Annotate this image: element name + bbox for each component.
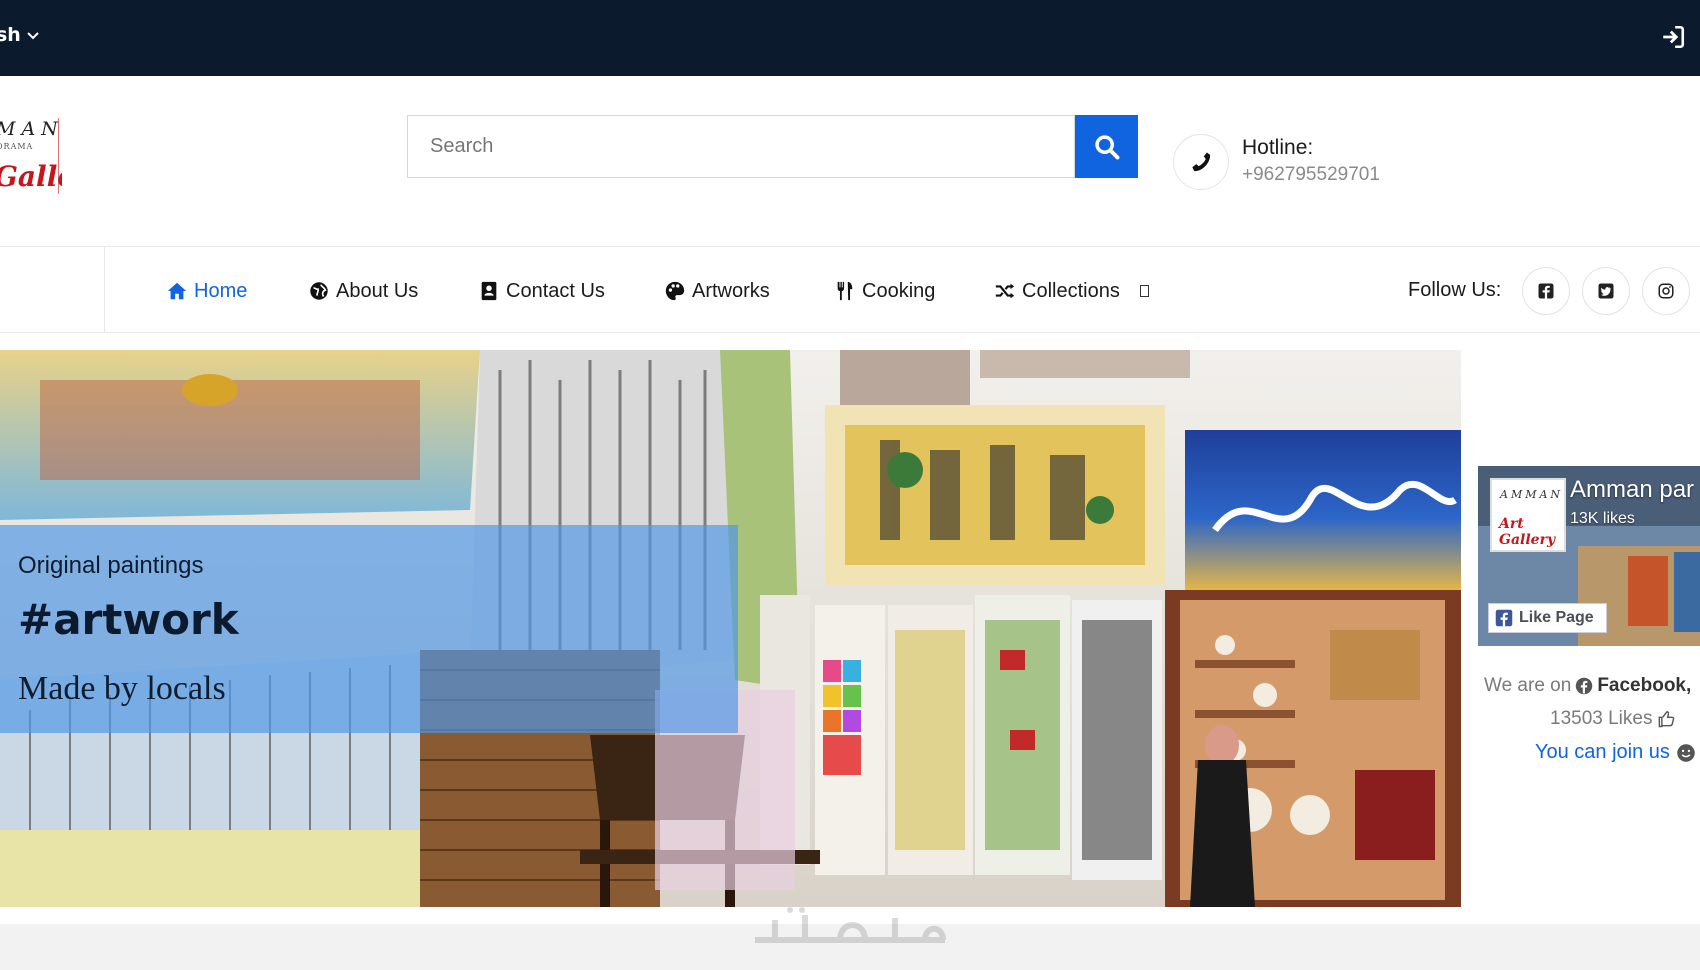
nav-item-label: Home — [194, 279, 248, 302]
contact-card-icon — [481, 281, 497, 301]
logo-rule — [58, 118, 59, 194]
globe-icon — [310, 282, 328, 300]
nav-divider-top — [0, 246, 1700, 247]
facebook-page-widget[interactable]: AMMAN Art Gallery Amman par 13K likes Li… — [1478, 466, 1700, 646]
facebook-icon — [1538, 283, 1554, 299]
logo-text-bottom: Gallery — [0, 160, 62, 193]
smile-icon — [1677, 743, 1695, 762]
facebook-likes-short: 13K likes — [1570, 510, 1635, 527]
nav-item-label: Cooking — [862, 279, 936, 302]
facebook-icon — [1495, 609, 1513, 627]
language-label: sh — [0, 24, 21, 46]
language-selector[interactable]: sh — [0, 24, 41, 46]
hotline-label: Hotline: — [1242, 136, 1314, 159]
search-placeholder: Search — [430, 135, 494, 157]
twitter-social-button[interactable] — [1582, 267, 1630, 315]
facebook-join-text: You can join us — [1535, 741, 1670, 763]
facebook-promo-brand[interactable]: Facebook, — [1597, 675, 1691, 697]
nav-item-home[interactable]: Home — [166, 276, 247, 306]
shuffle-icon — [995, 283, 1015, 299]
phone-button[interactable] — [1173, 134, 1229, 190]
facebook-join-link[interactable]: You can join us — [1535, 741, 1696, 764]
nav-item-label: About Us — [336, 279, 419, 302]
follow-us-label: Follow Us: — [1408, 279, 1502, 301]
nav-item-label: Contact Us — [506, 279, 605, 302]
top-bar: sh — [0, 0, 1700, 76]
utensils-icon — [837, 281, 853, 301]
nav-divider-bottom — [0, 332, 1700, 333]
site-logo[interactable]: MAN ORAMA Gallery — [0, 112, 62, 204]
facebook-social-button[interactable] — [1522, 267, 1570, 315]
like-page-label: Like Page — [1519, 609, 1594, 626]
facebook-like-page-button[interactable]: Like Page — [1488, 603, 1607, 633]
phone-icon — [1192, 152, 1211, 172]
hotline-number[interactable]: +962795529701 — [1242, 164, 1380, 186]
nav-item-cooking[interactable]: Cooking — [834, 276, 935, 306]
instagram-social-button[interactable] — [1642, 267, 1690, 315]
hero-caption-title: #artwork — [18, 595, 239, 644]
fb-logo-text-top: AMMAN — [1500, 488, 1564, 501]
watermark-logo — [755, 907, 946, 943]
search-icon — [1094, 134, 1119, 159]
twitter-icon — [1598, 283, 1614, 299]
facebook-page-name[interactable]: Amman par — [1570, 476, 1694, 504]
facebook-promo-prefix: We are on — [1484, 675, 1572, 696]
search-input[interactable]: Search — [407, 115, 1075, 178]
hero-caption: Original paintings #artwork Made by loca… — [0, 525, 738, 733]
hero-caption-tagline: Made by locals — [18, 670, 226, 707]
sign-in-icon[interactable] — [1660, 24, 1686, 50]
nav-item-contact-us[interactable]: Contact Us — [478, 276, 605, 306]
nav-item-label: Artworks — [692, 279, 770, 302]
hero-caption-subtitle: Original paintings — [18, 552, 204, 579]
dropdown-caret-icon[interactable] — [1139, 285, 1149, 297]
facebook-promo-line: We are on Facebook, — [1484, 675, 1691, 697]
logo-text-middle: ORAMA — [0, 142, 34, 151]
chevron-down-icon — [27, 32, 39, 40]
search-button[interactable] — [1075, 115, 1138, 178]
nav-item-about-us[interactable]: About Us — [308, 276, 418, 306]
facebook-circle-icon — [1576, 677, 1593, 695]
nav-item-label: Collections — [1022, 279, 1120, 302]
nav-item-artworks[interactable]: Artworks — [664, 276, 770, 306]
palette-icon — [665, 281, 685, 301]
hero-slider[interactable]: Original paintings #artwork Made by loca… — [0, 350, 1461, 907]
fb-logo-text-bottom: Art Gallery — [1499, 516, 1556, 548]
nav-divider-vertical — [104, 246, 105, 332]
facebook-like-count: 13503 Likes — [1550, 708, 1653, 729]
instagram-icon — [1658, 283, 1674, 299]
facebook-page-logo[interactable]: AMMAN Art Gallery — [1490, 478, 1566, 552]
facebook-like-count-line: 13503 Likes — [1550, 708, 1676, 730]
nav-item-collections[interactable]: Collections — [994, 276, 1149, 306]
logo-text-top: MAN — [0, 118, 62, 140]
thumbs-up-icon — [1659, 711, 1675, 728]
home-icon — [167, 282, 187, 300]
